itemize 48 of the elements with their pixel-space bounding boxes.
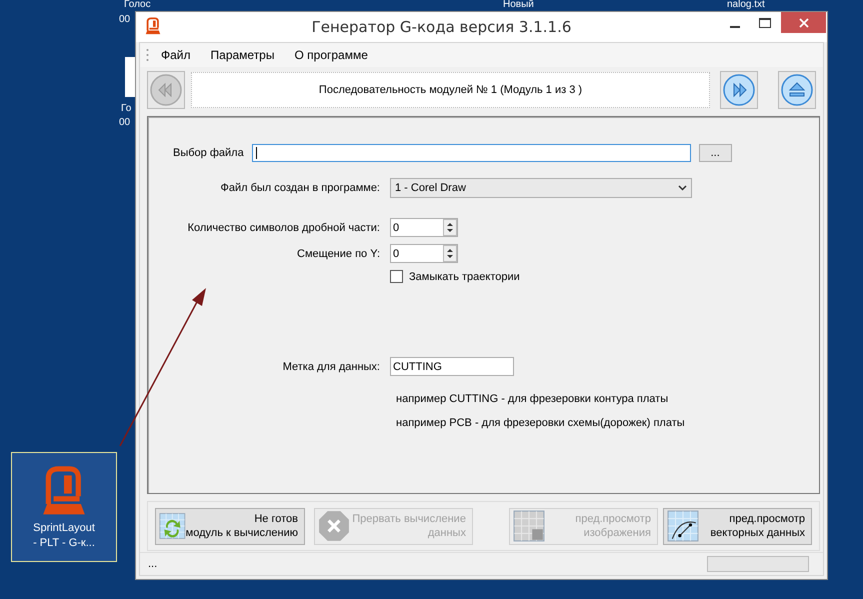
file-input[interactable] (252, 144, 691, 162)
sequence-label: Последовательность модулей № 1 (Модуль 1 из 3 ) (191, 72, 710, 108)
image-preview-icon (512, 510, 545, 542)
checkbox[interactable] (390, 270, 403, 283)
hint-text: например CUTTING - для фрезеровки контура платы (396, 393, 670, 405)
tag-label: Метка для данных: (282, 360, 380, 372)
minimize-icon (730, 26, 740, 28)
menu-item[interactable]: О программе (286, 46, 376, 64)
desktop-icon-label: Голос (124, 0, 151, 10)
action-button[interactable]: пред.просмотр векторных данных (662, 508, 812, 544)
file-label: Выбор файла (173, 147, 244, 159)
desktop-icon-label: Го (121, 104, 132, 114)
fast-forward-icon (723, 74, 755, 106)
desktop-icon-label: nalog.txt (727, 0, 765, 10)
menu-item[interactable]: Параметры (202, 46, 282, 64)
chevron-down-icon (678, 185, 687, 191)
browse-button[interactable]: ... (698, 144, 732, 162)
close-icon (798, 18, 808, 28)
action-button[interactable]: Не готов модуль к вычислению (155, 508, 305, 544)
number-spinner[interactable]: 0 (390, 244, 458, 263)
stop-icon (318, 510, 350, 542)
number-spinner[interactable]: 0 (390, 218, 458, 237)
program-label: Файл был создан в программе: (219, 182, 380, 194)
spin-arrows-icon (443, 245, 457, 262)
shortcut-label: SprintLayout - PLT - G-к... (33, 521, 95, 551)
eject-button[interactable] (778, 71, 816, 109)
hint-text: например PCB - для фрезеровки схемы(дорожек) платы (396, 417, 686, 429)
status-text: ... (148, 558, 158, 570)
desktop-icon-label: 00 (119, 118, 130, 128)
tag-input[interactable]: CUTTING (390, 357, 514, 376)
desktop-icon-label: 00 (119, 15, 130, 25)
menu-item[interactable]: Файл (153, 46, 199, 64)
vector-preview-icon (666, 510, 699, 542)
maximize-icon (759, 18, 771, 28)
close-button[interactable] (781, 12, 826, 33)
spin-arrows-icon (443, 219, 457, 236)
next-button[interactable] (720, 71, 758, 109)
rewind-icon (150, 74, 182, 106)
window-title: Генератор G-кода версия 3.1.1.6 (310, 18, 572, 36)
desktop-shortcut[interactable]: SprintLayout - PLT - G-к... (11, 452, 117, 562)
spinner-label: Смещение по Y: (296, 248, 380, 260)
spinner-label: Количество символов дробной части: (186, 222, 380, 234)
eject-icon (781, 74, 813, 106)
checkbox-label: Замыкать траектории (409, 270, 520, 282)
refresh-icon (159, 510, 186, 542)
app-icon (144, 16, 162, 34)
program-dropdown[interactable]: 1 - Corel Draw (390, 178, 692, 198)
grip-icon (146, 48, 149, 62)
